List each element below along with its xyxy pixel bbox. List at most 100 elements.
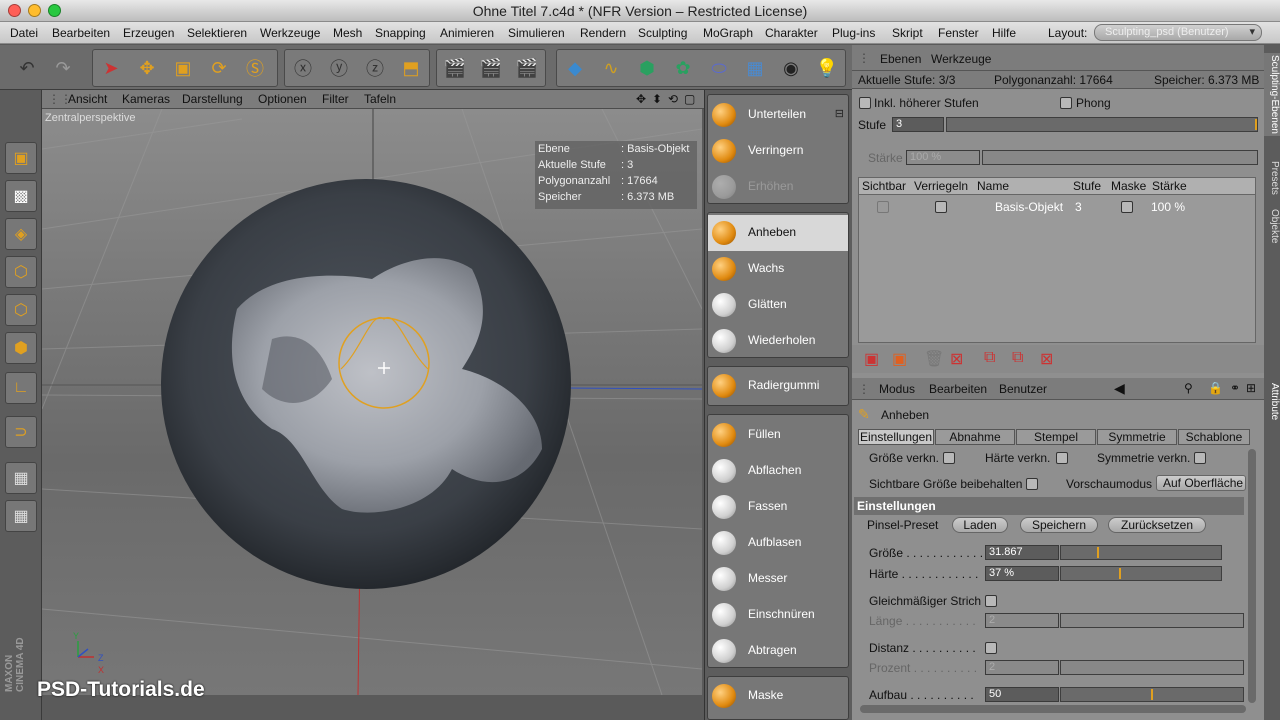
brush-verringern[interactable]: Verringern xyxy=(708,133,848,169)
menu-animieren[interactable]: Animieren xyxy=(440,26,494,40)
tab-stempel[interactable]: Stempel xyxy=(1016,429,1096,445)
menu-skript[interactable]: Skript xyxy=(892,26,923,40)
edges-mode-icon[interactable]: ⬡ xyxy=(5,294,37,326)
menu-erzeugen[interactable]: Erzeugen xyxy=(123,26,174,40)
brush-wachs[interactable]: Wachs xyxy=(708,251,848,287)
viewport-menu-tafeln[interactable]: Tafeln xyxy=(364,92,396,106)
menu-datei[interactable]: Datei xyxy=(10,26,38,40)
array-icon[interactable]: ✿ xyxy=(668,53,698,83)
hardness-link-checkbox[interactable] xyxy=(1056,452,1068,464)
workplane-icon[interactable]: ◈ xyxy=(5,218,37,250)
select-arrow-icon[interactable]: ➤ xyxy=(96,53,126,83)
brush-abtragen[interactable]: Abtragen xyxy=(708,633,848,669)
brush-erhoehen[interactable]: Erhöhen xyxy=(708,169,848,205)
z-axis-lock-icon[interactable]: ⓩ xyxy=(360,53,390,83)
clear-layer-icon[interactable]: ⊠ xyxy=(950,349,963,369)
attr-menu-modus[interactable]: Modus xyxy=(879,382,915,396)
menu-rendern[interactable]: Rendern xyxy=(580,26,626,40)
col-stufe[interactable]: Stufe xyxy=(1073,179,1101,193)
viewport-menu-ansicht[interactable]: Ansicht xyxy=(68,92,107,106)
menu-charakter[interactable]: Charakter xyxy=(765,26,818,40)
attr-menu-bearbeiten[interactable]: Bearbeiten xyxy=(929,382,987,396)
length-field[interactable]: 2 xyxy=(985,613,1059,628)
points-mode-icon[interactable]: ⬡ xyxy=(5,256,37,288)
viewport-menu-darstellung[interactable]: Darstellung xyxy=(182,92,243,106)
x-axis-lock-icon[interactable]: ⓧ xyxy=(288,53,318,83)
snap-icon[interactable]: ▦ xyxy=(5,500,37,532)
col-verriegeln[interactable]: Verriegeln xyxy=(914,179,968,193)
stufe-slider[interactable] xyxy=(946,117,1258,132)
zoom-window-button[interactable] xyxy=(48,4,61,17)
menu-hilfe[interactable]: Hilfe xyxy=(992,26,1016,40)
undo-icon[interactable]: ↶ xyxy=(12,53,42,83)
sculpt-brush-icon[interactable]: Ⓢ xyxy=(240,53,270,83)
symmetry-link-checkbox[interactable] xyxy=(1194,452,1206,464)
row-mask-checkbox[interactable] xyxy=(1121,201,1133,213)
spline-icon[interactable]: ∿ xyxy=(596,53,626,83)
polygons-mode-icon[interactable]: ⬢ xyxy=(5,332,37,364)
new-window-icon[interactable]: ⊞ xyxy=(1246,381,1256,395)
size-slider[interactable] xyxy=(1060,545,1222,560)
incl-higher-checkbox[interactable] xyxy=(859,97,871,109)
row-lock-checkbox[interactable] xyxy=(935,201,947,213)
col-staerke[interactable]: Stärke xyxy=(1152,179,1187,193)
brush-fuellen[interactable]: Füllen xyxy=(708,417,848,453)
hardness-field[interactable]: 37 % xyxy=(985,566,1059,581)
brush-anheben[interactable]: Anheben xyxy=(708,215,848,251)
tab-symmetrie[interactable]: Symmetrie xyxy=(1097,429,1177,445)
viewport-menu-kameras[interactable]: Kameras xyxy=(122,92,170,106)
layers-table-row[interactable]: Basis-Objekt 3 100 % xyxy=(859,196,1255,218)
attr-menu-benutzer[interactable]: Benutzer xyxy=(999,382,1047,396)
load-preset-button[interactable]: Laden xyxy=(952,517,1008,533)
brush-abflachen[interactable]: Abflachen xyxy=(708,453,848,489)
menu-fenster[interactable]: Fenster xyxy=(938,26,979,40)
menu-werkzeuge[interactable]: Werkzeuge xyxy=(260,26,320,40)
percent-field[interactable]: 2 xyxy=(985,660,1059,675)
viewport-menu-filter[interactable]: Filter xyxy=(322,92,349,106)
col-maske[interactable]: Maske xyxy=(1111,179,1146,193)
brush-glaetten[interactable]: Glätten xyxy=(708,287,848,323)
camera-icon[interactable]: ◉ xyxy=(776,53,806,83)
add-layer-icon[interactable]: ▣ xyxy=(864,349,879,369)
viewport-move-icon[interactable]: ✥ xyxy=(636,92,646,106)
magnet-icon[interactable]: ⊃ xyxy=(5,416,37,448)
rotate-icon[interactable]: ⟳ xyxy=(204,53,234,83)
floor-icon[interactable]: ▦ xyxy=(740,53,770,83)
layout-select[interactable]: Sculpting_psd (Benutzer) ▾ xyxy=(1094,24,1262,41)
nurbs-icon[interactable]: ⬢ xyxy=(632,53,662,83)
reset-preset-button[interactable]: Zurücksetzen xyxy=(1108,517,1206,533)
brush-aufblasen[interactable]: Aufblasen xyxy=(708,525,848,561)
minimize-window-button[interactable] xyxy=(28,4,41,17)
tab-einstellungen[interactable]: Einstellungen xyxy=(858,429,934,445)
side-tab-attributes[interactable]: Attribute xyxy=(1264,383,1280,420)
buildup-field[interactable]: 50 xyxy=(985,687,1059,702)
delete-layer-icon[interactable]: 🗑 xyxy=(924,349,944,369)
keep-visible-size-checkbox[interactable] xyxy=(1026,478,1038,490)
even-stroke-checkbox[interactable] xyxy=(985,595,997,607)
render-settings-icon[interactable]: 🎬 xyxy=(512,53,542,83)
hardness-slider[interactable] xyxy=(1060,566,1222,581)
tab-abnahme[interactable]: Abnahme xyxy=(935,429,1015,445)
axis-mode-icon[interactable]: ∟ xyxy=(5,372,37,404)
save-preset-button[interactable]: Speichern xyxy=(1020,517,1098,533)
close-window-button[interactable] xyxy=(8,4,21,17)
menu-mesh[interactable]: Mesh xyxy=(333,26,362,40)
coordinate-system-icon[interactable]: ⬒ xyxy=(396,53,426,83)
viewport-rotate-icon[interactable]: ⟲ xyxy=(668,92,678,106)
row-visible-checkbox[interactable] xyxy=(877,201,889,213)
stufe-field[interactable]: 3 xyxy=(892,117,944,132)
search-icon[interactable]: ⚲ xyxy=(1184,381,1193,395)
model-mode-icon[interactable]: ▣ xyxy=(5,142,37,174)
size-link-checkbox[interactable] xyxy=(943,452,955,464)
brush-fassen[interactable]: Fassen xyxy=(708,489,848,525)
render-view-icon[interactable]: 🎬 xyxy=(440,53,470,83)
merge-layer-icon[interactable]: ⊠ xyxy=(1040,349,1053,369)
viewport-zoom-icon[interactable]: ⬍ xyxy=(652,92,662,106)
copy-layer-icon[interactable]: ⧉ xyxy=(984,349,995,367)
scale-icon[interactable]: ▣ xyxy=(168,53,198,83)
menu-simulieren[interactable]: Simulieren xyxy=(508,26,565,40)
back-arrow-icon[interactable]: ◀ xyxy=(1114,380,1125,397)
staerke-slider[interactable] xyxy=(982,150,1258,165)
brush-radiergummi[interactable]: Radiergummi xyxy=(708,368,848,404)
texture-mode-icon[interactable]: ▩ xyxy=(5,180,37,212)
